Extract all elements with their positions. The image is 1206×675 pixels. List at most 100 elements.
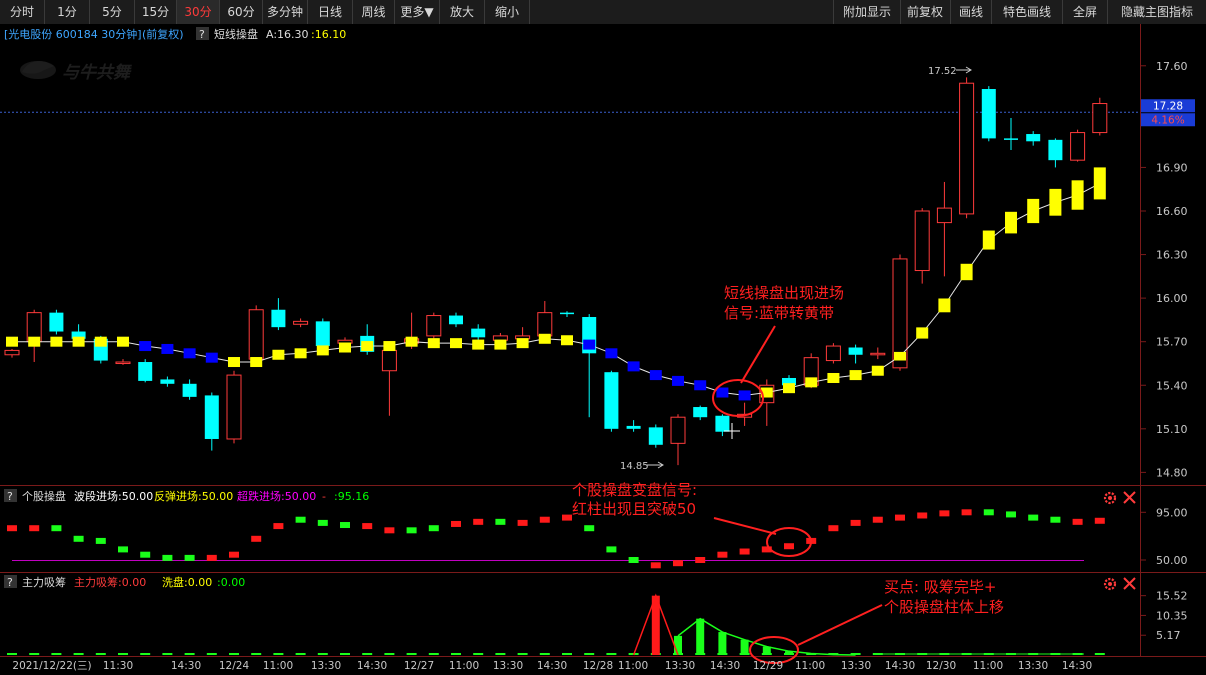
candle-body <box>537 312 553 337</box>
band-block <box>516 338 529 349</box>
sub1-bar <box>162 554 173 561</box>
time-tick-label: 12/30 <box>926 660 956 672</box>
band-block <box>605 348 618 359</box>
sub1-bar <box>850 519 861 526</box>
band-block <box>294 348 307 359</box>
candle <box>825 343 841 364</box>
candle-body <box>315 321 330 347</box>
sub1-bar <box>1072 518 1083 525</box>
sub2-tick-label: 5.17 <box>1156 629 1181 642</box>
band-block <box>450 338 462 349</box>
watermark-text: 与牛共舞 <box>62 63 132 83</box>
band-block <box>716 387 729 398</box>
price-tick-label: 16.00 <box>1156 292 1188 305</box>
period-tab-5min[interactable]: 5分 <box>90 0 135 24</box>
sub1-tick-label: 50.00 <box>1156 554 1188 567</box>
band-block <box>938 298 951 313</box>
svg-text:买点: 吸筹完毕+: 买点: 吸筹完毕+ <box>884 578 996 596</box>
sub1-bar <box>584 525 595 532</box>
period-tab-1min[interactable]: 1分 <box>45 0 90 24</box>
band-block <box>694 380 707 391</box>
sub1-bar <box>628 557 639 563</box>
more-dropdown[interactable]: 更多▼ <box>395 0 440 24</box>
candle-body <box>626 425 641 429</box>
candle-body <box>1004 138 1018 140</box>
sub1-bar <box>695 557 706 563</box>
sub1-bar <box>384 527 395 534</box>
candle-body <box>870 352 886 356</box>
band-block <box>50 336 63 347</box>
band-block <box>183 348 196 359</box>
time-tick-label: 11:00 <box>449 660 479 672</box>
time-tick-label: 14:30 <box>885 660 915 672</box>
zoom-in-button[interactable]: 放大 <box>440 0 485 24</box>
band-block <box>405 336 418 347</box>
special-draw-button[interactable]: 特色画线 <box>992 0 1063 24</box>
candle <box>138 359 153 383</box>
fullscreen-button[interactable]: 全屏 <box>1063 0 1108 24</box>
main-help-icon[interactable]: ? <box>196 27 209 41</box>
sub1-bar <box>251 535 262 542</box>
candle-body <box>715 415 730 432</box>
sub1-bar <box>295 516 306 523</box>
time-tick-label: 11:00 <box>973 660 1003 672</box>
band-block <box>583 339 596 350</box>
candle-body <box>1070 132 1086 161</box>
sub1-bar <box>939 510 950 517</box>
candle <box>315 318 330 349</box>
candle-body <box>1026 134 1041 142</box>
svg-text:4.16%: 4.16% <box>1151 114 1184 126</box>
candle-body <box>182 383 197 397</box>
band-block <box>228 357 240 368</box>
hide-indicator-button[interactable]: 隐藏主图指标 <box>1108 0 1206 24</box>
candle <box>49 309 64 335</box>
time-tick-label: 13:30 <box>665 660 695 672</box>
sub1-bar <box>140 551 151 558</box>
sub2-bar <box>696 618 705 655</box>
sub1-help-icon[interactable]: ? <box>4 489 17 503</box>
candle-body <box>204 395 219 439</box>
forward-adjust-button[interactable]: 前复权 <box>900 0 951 24</box>
candle-body <box>471 328 486 338</box>
band-block <box>738 390 751 401</box>
chart-area[interactable]: [光电股份 600184 30分钟] (前复权) ? 短线操盘 A:16.30 … <box>0 24 1206 675</box>
period-tab-week[interactable]: 周线 <box>353 0 395 24</box>
sub2-help-icon[interactable]: ? <box>4 575 17 589</box>
sub1-bar <box>7 525 17 532</box>
time-tick-label: 13:30 <box>493 660 523 672</box>
period-tab-60min[interactable]: 60分 <box>220 0 263 24</box>
candle <box>981 86 996 142</box>
extra-display-button[interactable]: 附加显示 <box>833 0 901 24</box>
band-block <box>916 327 929 339</box>
band-block <box>871 365 884 376</box>
zoom-out-button[interactable]: 缩小 <box>485 0 530 24</box>
sub2-name[interactable]: 主力吸筹 <box>22 575 66 589</box>
svg-text:?: ? <box>199 28 205 41</box>
time-tick-label: 13:30 <box>1018 660 1048 672</box>
band-block <box>72 336 85 347</box>
sub1-bar <box>51 525 62 532</box>
band-block <box>827 372 840 383</box>
candle-body <box>4 349 20 356</box>
period-tab-30min[interactable]: 30分 <box>177 0 220 24</box>
band-block <box>561 335 573 346</box>
band-block <box>1027 198 1040 224</box>
period-tab-fenshi[interactable]: 分时 <box>0 0 45 24</box>
sub1-bar <box>961 509 972 516</box>
candle-body <box>604 372 619 429</box>
period-tab-day[interactable]: 日线 <box>308 0 353 24</box>
period-tab-15min[interactable]: 15分 <box>135 0 177 24</box>
sub1-name[interactable]: 个股操盘 <box>22 489 66 503</box>
time-tick-label: 11:00 <box>795 660 825 672</box>
price-tick-label: 16.30 <box>1156 249 1188 262</box>
svg-text:?: ? <box>7 576 13 589</box>
candle-body <box>936 207 952 224</box>
period-tab-multi-min[interactable]: 多分钟 <box>263 0 308 24</box>
sub1-bar <box>983 509 994 516</box>
adjust-label: (前复权) <box>142 27 184 41</box>
candle-body <box>492 335 508 341</box>
indicator-name[interactable]: 短线操盘 <box>214 27 258 41</box>
band-block <box>472 339 485 350</box>
draw-line-button[interactable]: 画线 <box>951 0 992 24</box>
price-tick-label: 15.40 <box>1156 379 1188 392</box>
